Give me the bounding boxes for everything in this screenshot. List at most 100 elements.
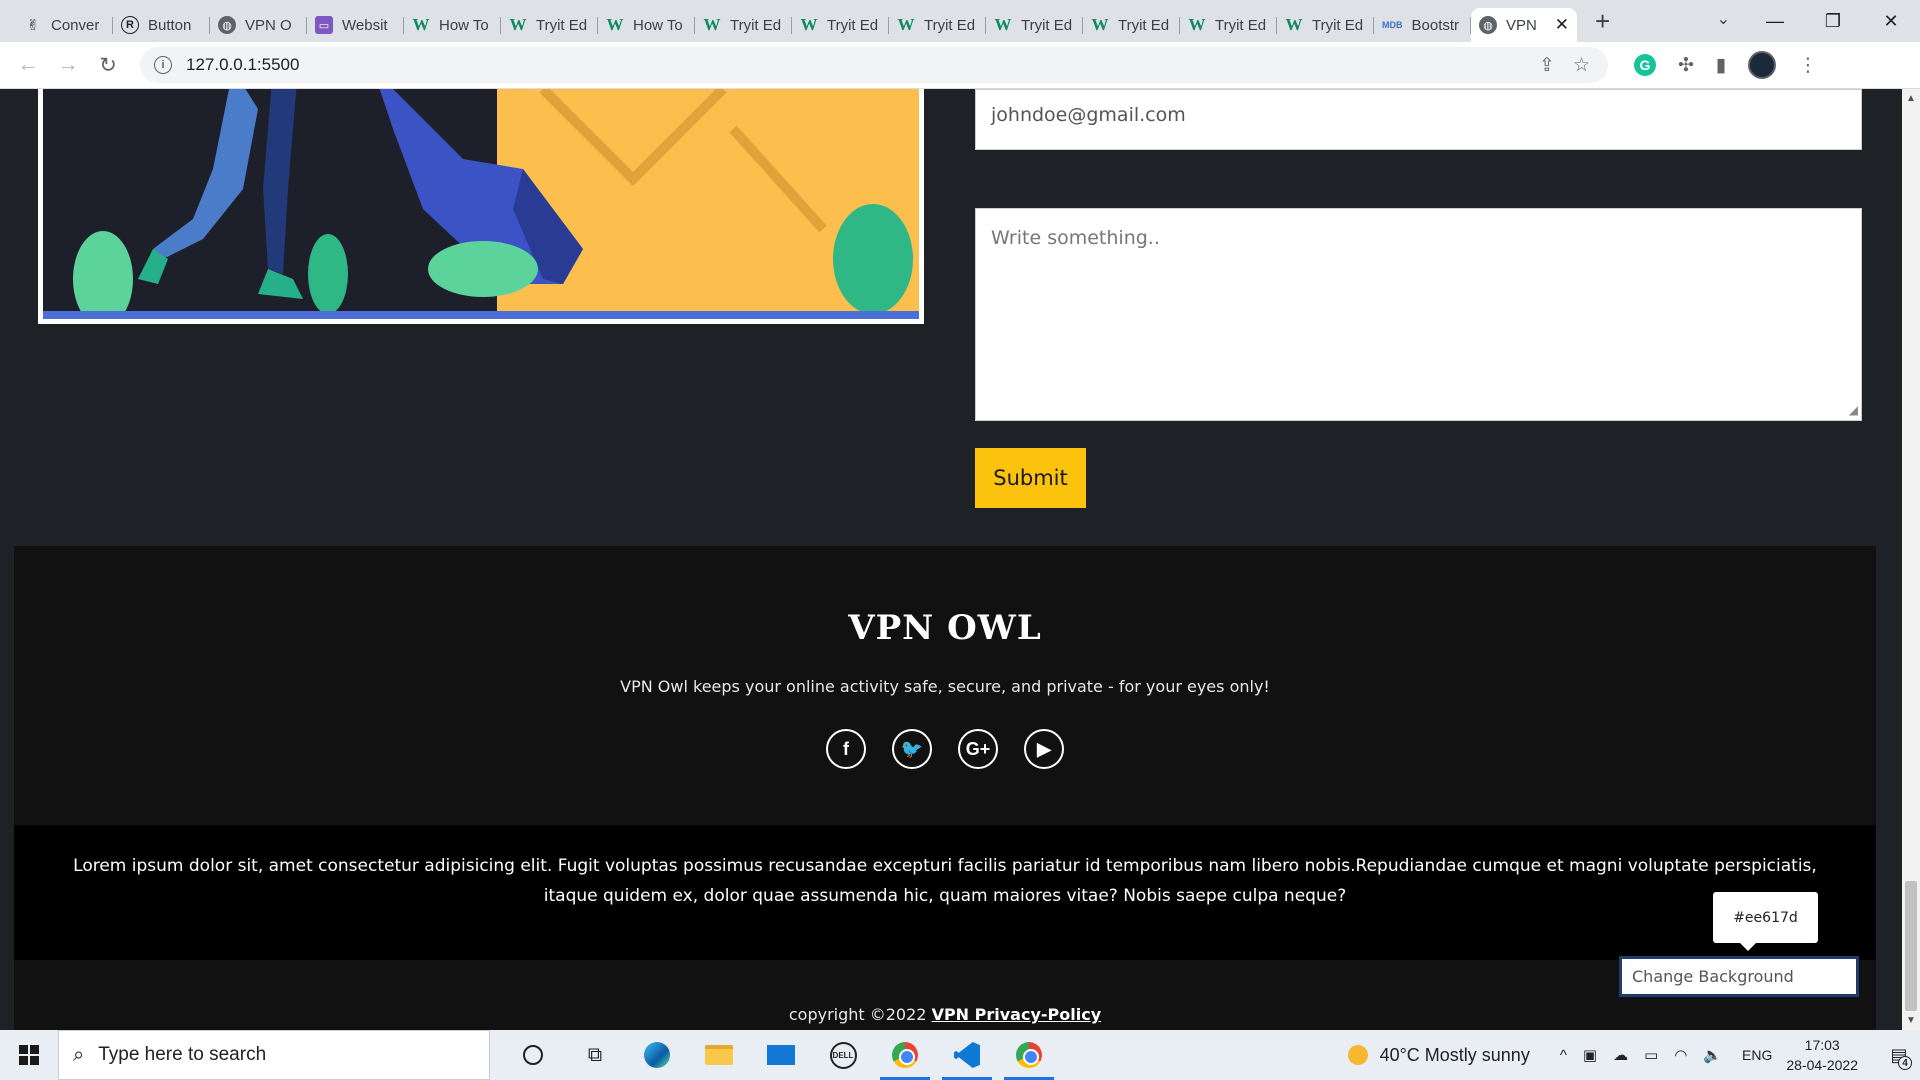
privacy-policy-link[interactable]: VPN Privacy-Policy	[932, 1005, 1102, 1024]
onedrive-cloud-icon[interactable]: ☁	[1613, 1046, 1628, 1064]
edge-app[interactable]	[626, 1030, 688, 1080]
restore-icon[interactable]: ❐	[1804, 11, 1862, 32]
taskbar-search-input[interactable]: ⌕ Type here to search	[58, 1030, 490, 1080]
browser-tab[interactable]: ✌ Conver	[16, 8, 113, 42]
browser-toolbar: ← → ↻ i 127.0.0.1:5500 ⇪ ☆ G ✣ ▮ ⋮	[0, 42, 1920, 89]
mail-app[interactable]	[750, 1030, 812, 1080]
forward-arrow-icon[interactable]: →	[48, 53, 88, 77]
footer-tagline: VPN Owl keeps your online activity safe,…	[620, 677, 1270, 696]
browser-tab-label: Tryit Ed	[1215, 16, 1267, 34]
browser-tab-label: Tryit Ed	[924, 16, 976, 34]
chrome-app-2[interactable]	[998, 1030, 1060, 1080]
side-panel-icon[interactable]: ▮	[1716, 54, 1726, 77]
browser-tab[interactable]: W Tryit Ed	[695, 8, 792, 42]
notifications-button[interactable]: ▤ 4	[1878, 1030, 1920, 1080]
meet-now-icon[interactable]: ▣	[1583, 1046, 1597, 1064]
browser-tab-label: Tryit Ed	[730, 16, 782, 34]
twitter-icon[interactable]: 🐦	[892, 729, 932, 769]
browser-tab[interactable]: W Tryit Ed	[501, 8, 598, 42]
browser-tab[interactable]: MDB Bootstr	[1374, 8, 1471, 42]
submit-button[interactable]: Submit	[975, 448, 1086, 508]
clock-time: 17:03	[1804, 1037, 1840, 1053]
footer-lorem-text: Lorem ipsum dolor sit, amet consectetur …	[14, 825, 1876, 960]
page-scrollbar[interactable]: ▲ ▼	[1902, 89, 1920, 1030]
clock[interactable]: 17:03 28-04-2022	[1786, 1035, 1858, 1075]
file-explorer-app[interactable]	[688, 1030, 750, 1080]
language-indicator[interactable]: ENG	[1742, 1047, 1772, 1063]
minimize-icon[interactable]: —	[1746, 11, 1804, 32]
copyright-text: copyright ©2022	[788, 1005, 927, 1024]
task-view-button[interactable]: ⧉	[564, 1030, 626, 1080]
site-info-icon[interactable]: i	[154, 56, 172, 74]
change-background-input[interactable]: Change Background	[1619, 956, 1859, 997]
vscode-app[interactable]	[936, 1030, 998, 1080]
show-hidden-icons-chevron-icon[interactable]: ^	[1560, 1047, 1567, 1064]
scroll-down-icon[interactable]: ▼	[1902, 1015, 1920, 1026]
browser-tab[interactable]: ▭ Websit	[307, 8, 404, 42]
browser-tab-label: Tryit Ed	[1118, 16, 1170, 34]
extensions-puzzle-icon[interactable]: ✣	[1678, 54, 1694, 77]
r-icon: R	[121, 16, 139, 34]
w3-icon: W	[1285, 15, 1303, 34]
w3-icon: W	[1188, 15, 1206, 34]
browser-tab[interactable]: W How To	[404, 8, 501, 42]
clock-date: 28-04-2022	[1786, 1057, 1858, 1073]
share-icon[interactable]: ⇪	[1539, 54, 1555, 77]
browser-tab-label: Tryit Ed	[827, 16, 879, 34]
browser-tab[interactable]: W Tryit Ed	[889, 8, 986, 42]
volume-icon[interactable]: 🔈	[1703, 1046, 1722, 1064]
chrome-icon	[1016, 1042, 1042, 1068]
taskbar-search-placeholder: Type here to search	[98, 1044, 267, 1065]
scroll-up-icon[interactable]: ▲	[1902, 93, 1920, 104]
system-tray: 40°C Mostly sunny ^ ▣ ☁ ▭ ◠ 🔈 ENG 17:03 …	[1347, 1030, 1920, 1080]
browser-tab[interactable]: R Button	[113, 8, 210, 42]
window-controls: — ❐ ✕	[1746, 0, 1920, 42]
mdb-icon: MDB	[1382, 20, 1403, 30]
contact-illustration	[38, 89, 924, 324]
message-textarea[interactable]: Write something.. ◢	[975, 208, 1862, 421]
browser-tab-bar: ✌ Conver R Button ◍ VPN O ▭ Websit W How To W Tryit…	[0, 0, 1920, 42]
chrome-app[interactable]	[874, 1030, 936, 1080]
folder-icon	[705, 1045, 733, 1065]
cortana-button[interactable]	[502, 1030, 564, 1080]
facebook-icon[interactable]: f	[826, 729, 866, 769]
scrollbar-thumb[interactable]	[1905, 881, 1917, 1011]
browser-tab[interactable]: W Tryit Ed	[1180, 8, 1277, 42]
new-tab-button[interactable]: +	[1595, 6, 1610, 37]
bookmark-star-icon[interactable]: ☆	[1573, 54, 1590, 77]
battery-icon[interactable]: ▭	[1644, 1046, 1658, 1064]
browser-tab[interactable]: W Tryit Ed	[986, 8, 1083, 42]
browser-tab[interactable]: W Tryit Ed	[1083, 8, 1180, 42]
start-button[interactable]	[0, 1030, 58, 1080]
windows-taskbar: ⌕ Type here to search ⧉ DELL 40°C Mostly…	[0, 1030, 1920, 1080]
browser-tab[interactable]: W Tryit Ed	[792, 8, 889, 42]
converter-icon: ✌	[26, 17, 40, 34]
browser-tab[interactable]: W How To	[598, 8, 695, 42]
close-window-icon[interactable]: ✕	[1862, 11, 1920, 32]
browser-tab-label: Tryit Ed	[536, 16, 588, 34]
browser-tab-active[interactable]: ◍ VPN ✕	[1471, 8, 1577, 42]
footer-brand: VPN OWL	[848, 608, 1042, 648]
resize-grip-icon[interactable]: ◢	[1849, 403, 1858, 417]
search-icon: ⌕	[73, 1043, 85, 1066]
tab-search-chevron-icon[interactable]: ⌄	[1717, 9, 1730, 29]
profile-avatar[interactable]	[1748, 51, 1777, 79]
dell-app[interactable]: DELL	[812, 1030, 874, 1080]
w3-icon: W	[703, 15, 721, 34]
back-arrow-icon[interactable]: ←	[8, 53, 48, 77]
reload-icon[interactable]: ↻	[88, 53, 128, 78]
address-bar[interactable]: i 127.0.0.1:5500 ⇪ ☆	[140, 47, 1608, 83]
youtube-icon[interactable]: ▶	[1024, 729, 1064, 769]
copyright: copyright ©2022 VPN Privacy-Policy	[14, 1005, 1876, 1024]
email-field[interactable]: johndoe@gmail.com	[975, 89, 1862, 150]
browser-tab-label: VPN	[1506, 16, 1537, 34]
browser-menu-icon[interactable]: ⋮	[1798, 54, 1817, 77]
wifi-icon[interactable]: ◠	[1674, 1046, 1687, 1064]
weather-widget[interactable]: 40°C Mostly sunny	[1347, 1045, 1530, 1066]
grammarly-extension-icon[interactable]: G	[1634, 54, 1656, 76]
google-plus-icon[interactable]: G+	[958, 729, 998, 769]
close-tab-icon[interactable]: ✕	[1555, 15, 1569, 35]
browser-tab[interactable]: ◍ VPN O	[210, 8, 307, 42]
browser-tab[interactable]: W Tryit Ed	[1277, 8, 1374, 42]
address-text: 127.0.0.1:5500	[186, 55, 300, 74]
